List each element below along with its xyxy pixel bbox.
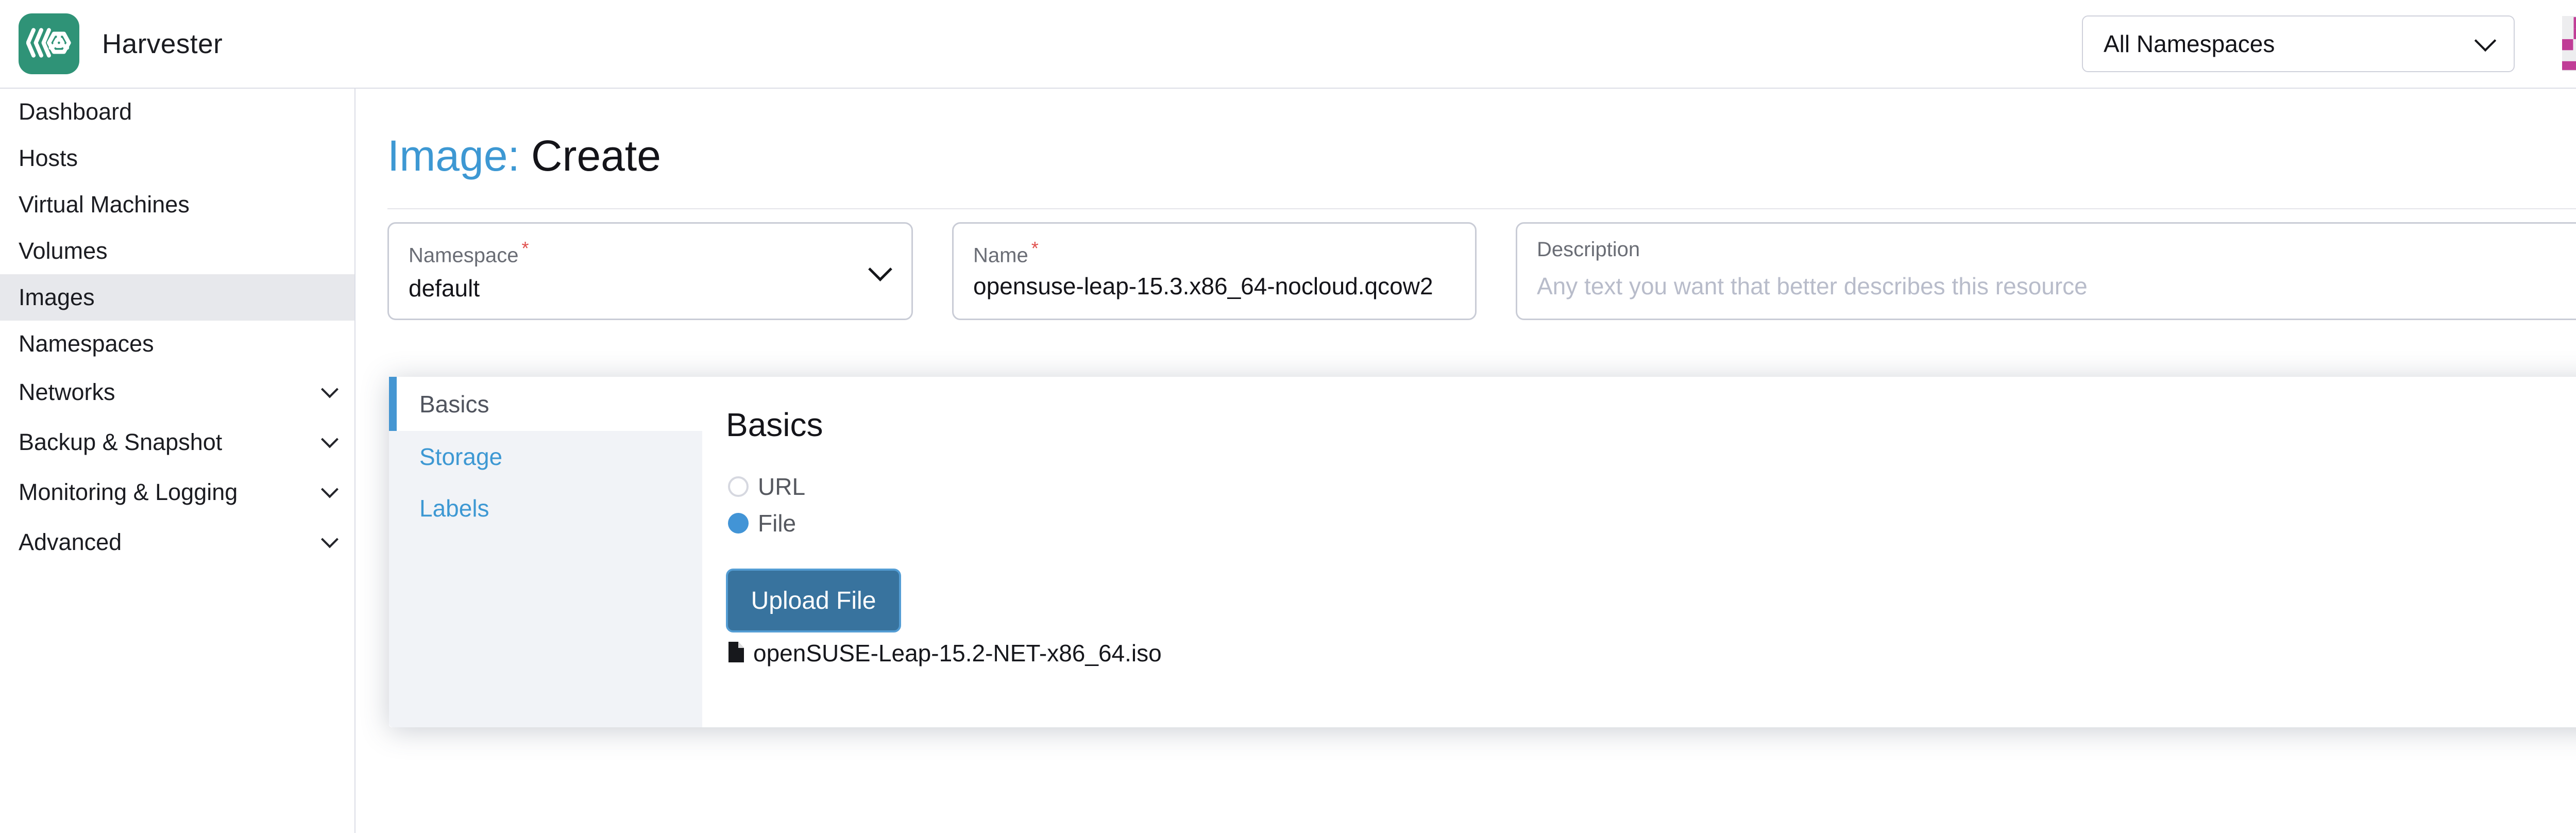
- create-image-card: Basics Storage Labels Basics URL File Up…: [389, 377, 2576, 727]
- sidebar-nav: Dashboard Hosts Virtual Machines Volumes…: [0, 89, 355, 833]
- namespace-select[interactable]: Namespace* default: [387, 222, 913, 320]
- chevron-down-icon: [321, 480, 338, 498]
- description-input[interactable]: [1537, 272, 2576, 303]
- sidebar-item-label: Virtual Machines: [19, 191, 190, 218]
- namespace-filter-value: All Namespaces: [2104, 30, 2275, 58]
- name-field: Name*: [952, 222, 1477, 320]
- sidebar-item-networks[interactable]: Networks: [0, 367, 354, 417]
- required-marker: *: [521, 238, 529, 259]
- sidebar-item-hosts[interactable]: Hosts: [0, 135, 354, 181]
- chevron-down-icon: [321, 430, 338, 448]
- page-title-resource: Image:: [387, 131, 520, 180]
- namespace-label: Namespace*: [409, 239, 892, 265]
- sidebar-item-advanced[interactable]: Advanced: [0, 517, 354, 567]
- tab-column-background: Storage Labels: [389, 431, 702, 727]
- sidebar-item-images[interactable]: Images: [0, 274, 354, 321]
- sidebar-item-label: Advanced: [19, 529, 122, 556]
- harvester-logo[interactable]: [19, 13, 79, 74]
- sidebar-item-label: Monitoring & Logging: [19, 479, 238, 506]
- chevron-down-icon: [321, 530, 338, 548]
- tab-label: Labels: [419, 494, 489, 522]
- radio-checked-icon: [728, 513, 749, 534]
- page-title-action: Create: [531, 131, 661, 180]
- sidebar-item-dashboard[interactable]: Dashboard: [0, 89, 354, 135]
- namespace-filter-dropdown[interactable]: All Namespaces: [2082, 15, 2515, 72]
- name-input[interactable]: [973, 272, 1455, 303]
- harvester-logo-icon: [26, 24, 72, 64]
- harvester-app: Harvester All Namespaces D: [0, 0, 2576, 833]
- title-divider: [387, 208, 2576, 209]
- tab-label: Storage: [419, 443, 502, 471]
- main-content: Image:Create Namespace* default Name* De…: [357, 89, 2576, 833]
- namespace-value: default: [409, 276, 892, 303]
- sidebar-item-virtual-machines[interactable]: Virtual Machines: [0, 181, 354, 228]
- tab-labels[interactable]: Labels: [389, 482, 702, 534]
- radio-label-url: URL: [758, 473, 805, 501]
- sidebar-item-label: Dashboard: [19, 98, 132, 125]
- chevron-down-icon: [2475, 30, 2496, 52]
- description-field: Description: [1516, 222, 2576, 320]
- sidebar-item-label: Images: [19, 284, 95, 311]
- sidebar-item-label: Namespaces: [19, 330, 154, 357]
- basics-panel: Basics URL File Upload File: [702, 377, 2576, 727]
- radio-unchecked-icon: [728, 476, 749, 497]
- tab-label: Basics: [419, 390, 489, 418]
- tab-column: Basics Storage Labels: [389, 377, 702, 727]
- sidebar-item-monitoring-logging[interactable]: Monitoring & Logging: [0, 467, 354, 517]
- tab-basics[interactable]: Basics: [389, 377, 702, 431]
- selected-file-name: openSUSE-Leap-15.2-NET-x86_64.iso: [753, 639, 1162, 667]
- sidebar-item-backup-snapshot[interactable]: Backup & Snapshot: [0, 417, 354, 467]
- description-label: Description: [1537, 239, 2576, 260]
- selected-file-row: openSUSE-Leap-15.2-NET-x86_64.iso: [728, 643, 1162, 663]
- required-marker: *: [1031, 238, 1039, 259]
- basics-heading: Basics: [726, 406, 823, 444]
- sidebar-item-namespaces[interactable]: Namespaces: [0, 321, 354, 367]
- page-title: Image:Create: [387, 131, 661, 181]
- sidebar-item-volumes[interactable]: Volumes: [0, 228, 354, 274]
- form-row: Namespace* default Name* Description: [387, 222, 2576, 320]
- tab-storage[interactable]: Storage: [389, 431, 702, 482]
- source-radio-file[interactable]: File: [728, 509, 796, 537]
- sidebar-list: Dashboard Hosts Virtual Machines Volumes…: [0, 89, 354, 567]
- file-icon: [728, 642, 744, 665]
- chevron-down-icon: [321, 380, 338, 398]
- sidebar-item-label: Hosts: [19, 145, 78, 172]
- sidebar-item-label: Networks: [19, 379, 115, 406]
- sidebar-item-label: Backup & Snapshot: [19, 429, 222, 456]
- user-avatar[interactable]: [2562, 16, 2576, 71]
- name-label: Name*: [973, 239, 1455, 265]
- top-header: Harvester All Namespaces: [0, 0, 2576, 89]
- sidebar-item-label: Volumes: [19, 238, 108, 264]
- radio-label-file: File: [758, 509, 796, 537]
- app-title: Harvester: [102, 0, 223, 88]
- source-radio-url[interactable]: URL: [728, 473, 805, 501]
- upload-file-button[interactable]: Upload File: [726, 569, 901, 632]
